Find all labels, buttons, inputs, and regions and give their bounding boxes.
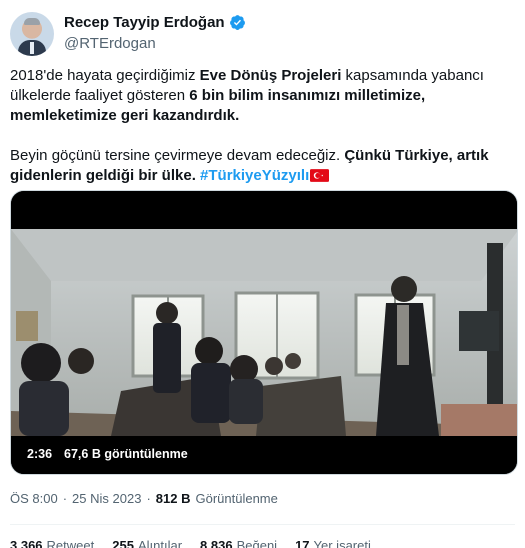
author-handle[interactable]: @RTErdogan — [64, 35, 156, 52]
tweet-views-count: 812 B — [155, 491, 191, 506]
tweet-paragraph-2: Beyin göçünü tersine çevirmeye devam ede… — [10, 146, 515, 186]
tweet-meta: ÖS 8:00 · 25 Nis 2023 · 812 B Görüntülen… — [10, 491, 278, 506]
author-name-row[interactable]: Recep Tayyip Erdoğan — [64, 14, 246, 31]
stat-label: Beğeni — [236, 538, 278, 548]
turkey-flag-icon — [310, 169, 330, 182]
stat-number: 8.836 — [200, 538, 233, 548]
video-duration: 2:36 — [27, 447, 53, 461]
tweet-date[interactable]: 25 Nis 2023 — [72, 491, 141, 506]
stat-number: 255 — [112, 538, 134, 548]
stat-retweets[interactable]: 3.366 Retweet — [10, 538, 94, 548]
tweet-paragraph-1: 2018'de hayata geçirdiğimiz Eve Dönüş Pr… — [10, 66, 515, 126]
meta-separator: · — [146, 491, 151, 506]
stat-quotes[interactable]: 255 Alıntılar — [112, 538, 182, 548]
stat-bookmarks[interactable]: 17 Yer işareti — [295, 538, 371, 548]
author-name[interactable]: Recep Tayyip Erdoğan — [64, 14, 225, 31]
tweet-time[interactable]: ÖS 8:00 — [10, 491, 58, 506]
stat-label: Retweet — [46, 538, 95, 548]
text-segment: Beyin göçünü tersine çevirmeye devam ede… — [10, 147, 345, 164]
video-frame-classroom — [11, 191, 517, 474]
meta-separator: · — [62, 491, 68, 506]
video-player[interactable]: 2:36 67,6 B görüntülenme — [10, 190, 518, 475]
hashtag-link[interactable]: #TürkiyeYüzyılı — [200, 167, 309, 184]
stat-number: 3.366 — [10, 538, 43, 548]
tweet-header: Recep Tayyip Erdoğan @RTErdogan — [10, 12, 515, 56]
engagement-stats: 3.366 Retweet 255 Alıntılar 8.836 Beğeni 17… — [10, 538, 371, 548]
avatar[interactable] — [10, 12, 54, 56]
stat-label: Yer işareti — [313, 538, 371, 548]
stat-number: 17 — [295, 538, 310, 548]
text-bold-segment: Eve Dönüş Projeleri — [199, 67, 342, 84]
divider — [10, 524, 515, 525]
verified-badge-icon — [229, 15, 245, 30]
video-views: 67,6 B görüntülenme — [64, 447, 188, 461]
video-overlay: 2:36 67,6 B görüntülenme — [27, 447, 188, 461]
tweet[interactable]: Recep Tayyip Erdoğan @RTErdogan 2018'de … — [0, 0, 525, 548]
stat-likes[interactable]: 8.836 Beğeni — [200, 538, 277, 548]
stat-label: Alıntılar — [137, 538, 183, 548]
tweet-views-label: Görüntülenme — [195, 491, 278, 506]
text-segment: 2018'de hayata geçirdiğimiz — [10, 67, 200, 84]
tweet-text: 2018'de hayata geçirdiğimiz Eve Dönüş Pr… — [10, 66, 515, 186]
